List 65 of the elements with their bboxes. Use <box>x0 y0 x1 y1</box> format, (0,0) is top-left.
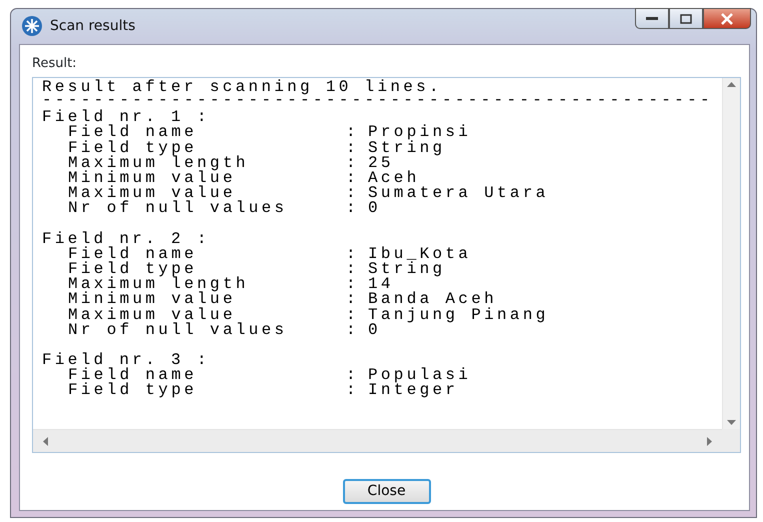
colon-separator: : <box>346 201 360 217</box>
header-text: Result after scanning 10 lines. <box>42 80 443 96</box>
property-label: Maximum value <box>68 186 236 202</box>
colon-separator: : <box>346 308 360 323</box>
property-label: Maximum length <box>68 156 250 172</box>
property-label: Field type <box>68 140 198 156</box>
property-value: 0 <box>368 201 381 217</box>
property-label: Field name <box>68 125 198 141</box>
property-value: Banda Aceh <box>368 292 498 308</box>
vertical-scrollbar[interactable] <box>722 78 740 429</box>
app-icon <box>21 15 43 38</box>
close-icon <box>720 12 734 24</box>
minimize-button[interactable] <box>635 8 669 29</box>
colon-separator: : <box>346 368 360 384</box>
horizontal-scrollbar[interactable] <box>33 429 722 452</box>
scroll-left-icon[interactable] <box>43 436 48 446</box>
maximize-icon <box>680 14 692 24</box>
colon-separator: : <box>346 383 360 399</box>
property-value: 25 <box>368 156 394 172</box>
property-value: Ibu_Kota <box>368 246 472 262</box>
property-value: 0 <box>368 322 381 338</box>
scroll-up-icon[interactable] <box>727 82 736 87</box>
property-value: String <box>368 262 446 278</box>
colon-separator: : <box>346 246 360 262</box>
property-label: Field name <box>68 368 198 384</box>
colon-separator: : <box>346 277 360 292</box>
colon-separator: : <box>346 292 360 308</box>
colon-separator: : <box>346 140 360 156</box>
close-button[interactable] <box>703 8 751 29</box>
property-label: Nr of null values <box>68 201 288 217</box>
field-heading: Field nr. 3 : <box>42 353 211 368</box>
property-value: String <box>368 140 446 156</box>
field-heading: Field nr. 2 : <box>42 232 211 247</box>
colon-separator: : <box>346 156 360 172</box>
property-label: Nr of null values <box>68 322 288 338</box>
property-value: Tanjung Pinang <box>368 308 549 323</box>
property-label: Field name <box>68 246 198 262</box>
property-value: Populasi <box>368 368 472 384</box>
property-label: Maximum length <box>68 277 250 292</box>
maximize-button[interactable] <box>669 8 703 29</box>
scroll-right-icon[interactable] <box>707 436 712 446</box>
minimize-icon <box>646 16 658 20</box>
colon-separator: : <box>346 322 360 338</box>
scrollbar-corner <box>722 429 740 452</box>
colon-separator: : <box>346 262 360 278</box>
field-heading: Field nr. 1 : <box>42 110 211 126</box>
property-label: Field type <box>68 383 198 399</box>
separator-line: ---------------------------------------------------- <box>42 95 714 106</box>
property-value: Integer <box>368 383 458 399</box>
close-dialog-button[interactable]: Close <box>342 479 430 504</box>
property-value: Sumatera Utara <box>368 186 549 202</box>
scroll-down-icon[interactable] <box>727 420 736 425</box>
property-label: Minimum value <box>68 292 236 308</box>
window-title: Scan results <box>50 16 136 36</box>
property-value: Aceh <box>368 171 420 186</box>
result-text-area[interactable] <box>32 77 741 453</box>
property-value: Propinsi <box>368 125 472 141</box>
property-label: Minimum value <box>68 171 236 186</box>
result-label: Result: <box>32 54 78 72</box>
property-label: Maximum value <box>68 308 236 323</box>
colon-separator: : <box>346 171 360 186</box>
property-value: 14 <box>368 277 394 292</box>
property-label: Field type <box>68 262 198 278</box>
colon-separator: : <box>346 186 360 202</box>
colon-separator: : <box>346 125 360 141</box>
